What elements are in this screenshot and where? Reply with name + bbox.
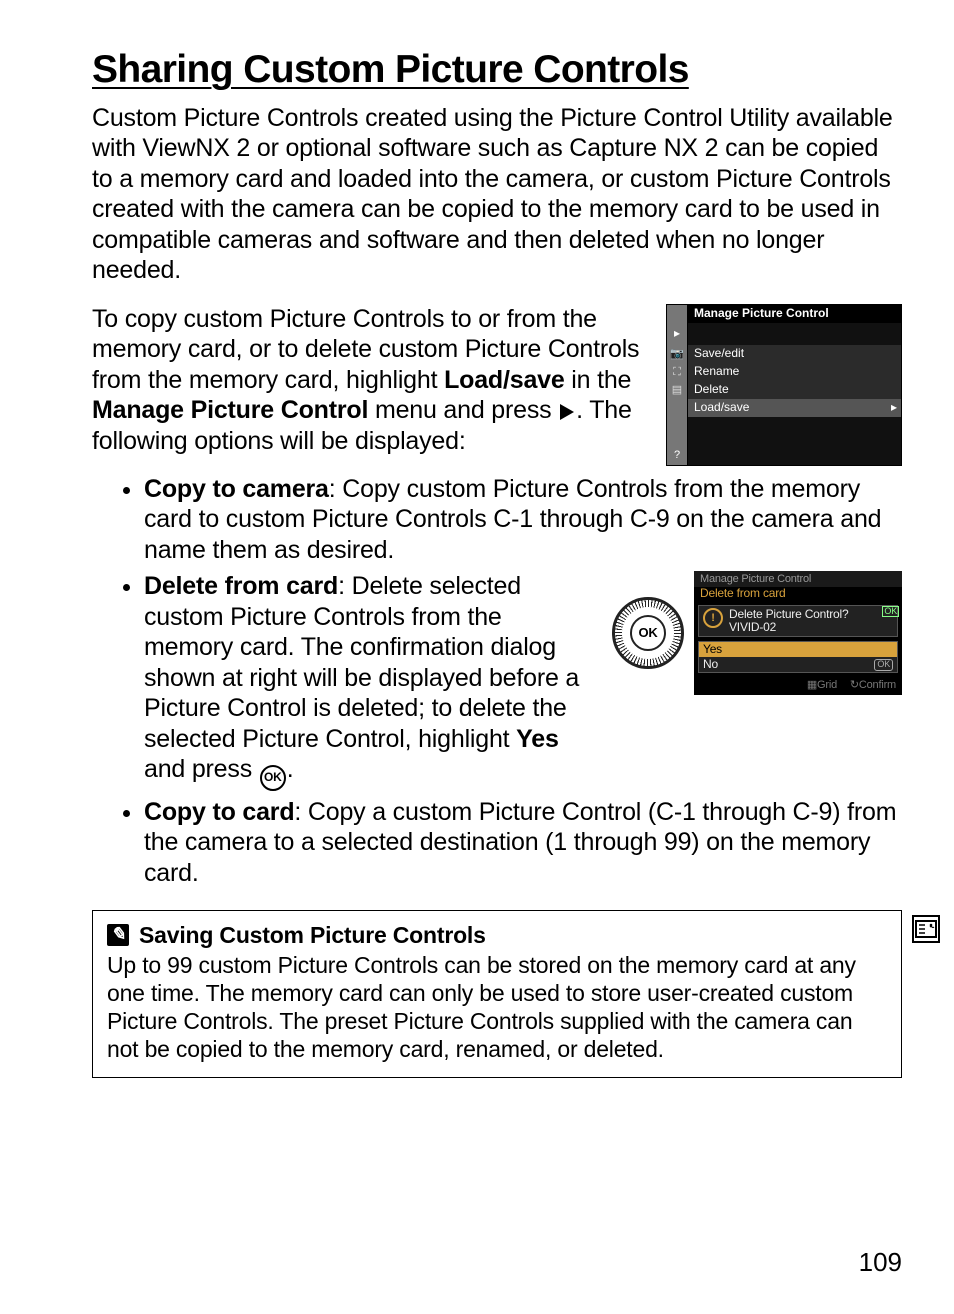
option-label: Copy to card bbox=[144, 798, 294, 826]
option-label: Delete from card bbox=[144, 572, 338, 600]
option-label: Copy to camera bbox=[144, 475, 329, 503]
note-body: Up to 99 custom Picture Controls can be … bbox=[107, 951, 887, 1063]
camera-screenshot-manage-pc: Manage Picture Control ▸ 📷Save/edit ⛶Ren… bbox=[666, 304, 902, 466]
note-box: ✎ Saving Custom Picture Controls Up to 99… bbox=[92, 910, 902, 1078]
ok-dial-icon: OK bbox=[612, 597, 684, 669]
page-title: Sharing Custom Picture Controls bbox=[92, 48, 902, 93]
side-tab-icon bbox=[912, 915, 940, 943]
dialog-yes: Yes bbox=[699, 642, 897, 657]
pencil-icon: ✎ bbox=[107, 924, 129, 946]
option-delete-from-card: Delete from card: Delete selected custom… bbox=[144, 571, 902, 790]
warning-icon: ! bbox=[703, 608, 723, 628]
camera-screenshot-delete-confirm: Manage Picture Control Delete from card … bbox=[694, 571, 902, 695]
ok-circle-icon: OK bbox=[260, 765, 286, 791]
screenshot1-title: Manage Picture Control bbox=[688, 305, 901, 323]
dialog-no: NoOK bbox=[699, 657, 897, 672]
paragraph-2: To copy custom Picture Controls to or fr… bbox=[92, 304, 648, 457]
page-number: 109 bbox=[859, 1247, 902, 1278]
note-heading: Saving Custom Picture Controls bbox=[139, 921, 486, 949]
right-triangle-icon bbox=[560, 404, 574, 420]
intro-paragraph: Custom Picture Controls created using th… bbox=[92, 103, 902, 286]
option-copy-to-card: Copy to card: Copy a custom Picture Cont… bbox=[144, 797, 902, 889]
option-copy-to-camera: Copy to camera: Copy custom Picture Cont… bbox=[144, 474, 902, 566]
